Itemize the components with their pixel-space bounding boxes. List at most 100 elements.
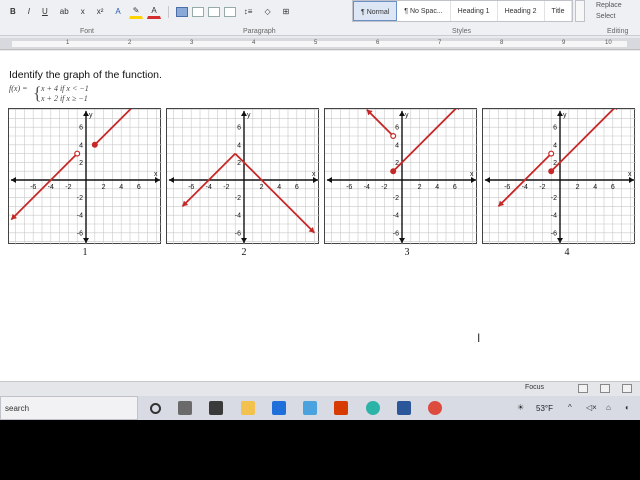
open-endpoint [74,150,81,157]
network-icon[interactable]: ⌂ [606,403,611,412]
strikethrough-button[interactable]: ab [56,5,73,18]
store-icon[interactable] [209,401,223,415]
ruler-number: 8 [500,40,504,46]
font-group-label: Font [80,28,95,35]
replace-button[interactable]: Replace [596,0,622,11]
x-axis-arrow [11,177,16,183]
align-center-button[interactable] [191,6,204,17]
weather-icon[interactable]: ☀ [517,403,524,412]
ruler[interactable]: 1 2 3 4 5 6 7 8 9 10 [0,38,640,50]
word-icon[interactable] [397,401,411,415]
y-tick-label: -6 [551,230,557,237]
align-right-button[interactable] [207,6,220,17]
x-tick-label: 6 [295,184,299,191]
y-axis-label: y [89,112,93,119]
office-icon[interactable] [334,401,348,415]
highlight-button[interactable]: ✎ [128,4,144,19]
x-tick-label: -2 [65,184,71,191]
x-tick-label: 2 [418,184,422,191]
y-tick-label: 2 [79,160,83,167]
graph-label-4: 4 [564,247,570,258]
x-tick-label: -6 [504,184,510,191]
style-normal[interactable]: ¶ Normal [353,1,398,21]
style-no-spacing[interactable]: ¶ No Spac... [397,1,451,21]
styles-scroll-button[interactable] [575,0,585,22]
graph-option-1[interactable]: -6 -4 -2 2 4 6 6 4 2 -2 -4 -6 x y [8,108,162,245]
x-tick-label: -6 [346,184,352,191]
graph-option-3[interactable]: -6 -4 -2 2 4 6 6 4 2 -2 -4 -6 x y [324,108,478,245]
app-l-icon[interactable] [303,401,317,415]
y-tick-label: -6 [393,230,399,237]
closed-endpoint [91,141,98,148]
y-axis-arrow [83,238,89,243]
select-button[interactable]: Select [596,11,622,22]
text-effects-button[interactable]: A [111,5,124,18]
style-heading-2[interactable]: Heading 2 [498,1,545,21]
x-tick-label: 6 [137,184,141,191]
edge-icon[interactable] [366,401,380,415]
line-spacing-button[interactable]: ↕≡ [240,5,257,18]
cortana-icon[interactable] [150,403,161,414]
screen: B I U ab x x² A ✎ A ↕≡ ◇ ⊞ ¶ Normal ¶ No… [0,0,640,420]
styles-gallery: ¶ Normal ¶ No Spac... Heading 1 Heading … [352,0,574,22]
divider [167,5,169,18]
edge-tray-icon[interactable]: ◐ [625,403,630,412]
y-tick-label: -6 [77,230,83,237]
align-left-button[interactable] [175,6,188,17]
graph-option-2[interactable]: -6 -4 -2 2 4 6 6 4 2 -2 -4 -6 x y [166,108,320,245]
x-axis-arrow [169,177,174,183]
file-explorer-icon[interactable] [241,401,255,415]
style-title[interactable]: Title [545,1,573,21]
ruler-track [12,41,627,47]
x-tick-label: 2 [102,184,106,191]
ruler-number: 3 [190,40,194,46]
function-line [366,109,394,137]
x-tick-label: 6 [453,184,457,191]
x-axis-label: x [470,171,474,178]
chrome-icon[interactable] [428,401,442,415]
web-layout-icon[interactable] [622,384,632,393]
piecewise-function: f(x) = { x + 4 if x < −1 x + 2 if x ≥ −1 [9,84,89,103]
subscript-button[interactable]: x [77,5,89,18]
mail-icon[interactable] [272,401,286,415]
taskbar-search-input[interactable]: search [0,396,138,420]
read-mode-icon[interactable] [578,384,588,393]
temperature-text: 53°F [536,404,553,413]
y-tick-label: -4 [235,213,241,220]
focus-button[interactable]: Focus [525,384,544,391]
editing-group: Replace Select [596,0,622,22]
ribbon: B I U ab x x² A ✎ A ↕≡ ◇ ⊞ ¶ Normal ¶ No… [0,0,640,36]
graph-option-4[interactable]: -6 -4 -2 2 4 6 6 4 2 -2 -4 -6 x y [482,108,636,245]
borders-button[interactable]: ⊞ [279,5,294,18]
y-tick-label: 6 [237,125,241,132]
document-page[interactable]: Identify the graph of the function. f(x)… [0,51,640,381]
ruler-number: 1 [66,40,70,46]
bold-button[interactable]: B [6,5,20,18]
y-tick-label: 6 [553,125,557,132]
chevron-up-icon[interactable]: ^ [568,403,572,412]
superscript-button[interactable]: x² [93,5,108,18]
x-tick-label: -4 [522,184,528,191]
style-heading-1[interactable]: Heading 1 [451,1,498,21]
justify-button[interactable] [223,6,236,17]
ruler-number: 9 [562,40,566,46]
open-endpoint [390,133,397,140]
x-tick-label: -4 [48,184,54,191]
x-tick-label: 6 [611,184,615,191]
italic-button[interactable]: I [24,5,34,18]
x-tick-label: 2 [576,184,580,191]
font-color-button[interactable]: A [147,4,161,19]
status-bar: Focus [0,381,640,396]
taskbar: search ☀ 53°F ^ ◁× ⌂ ◐ [0,396,640,420]
ruler-number: 7 [438,40,442,46]
task-view-icon[interactable] [178,401,192,415]
styles-group-label: Styles [452,28,472,35]
x-tick-label: 4 [277,184,281,191]
print-layout-icon[interactable] [600,384,610,393]
graph-label-1: 1 [82,247,88,258]
y-axis-arrow [557,238,563,243]
shading-button[interactable]: ◇ [260,5,274,18]
volume-icon[interactable]: ◁× [586,403,597,412]
underline-button[interactable]: U [38,5,52,18]
ruler-number: 5 [314,40,318,46]
